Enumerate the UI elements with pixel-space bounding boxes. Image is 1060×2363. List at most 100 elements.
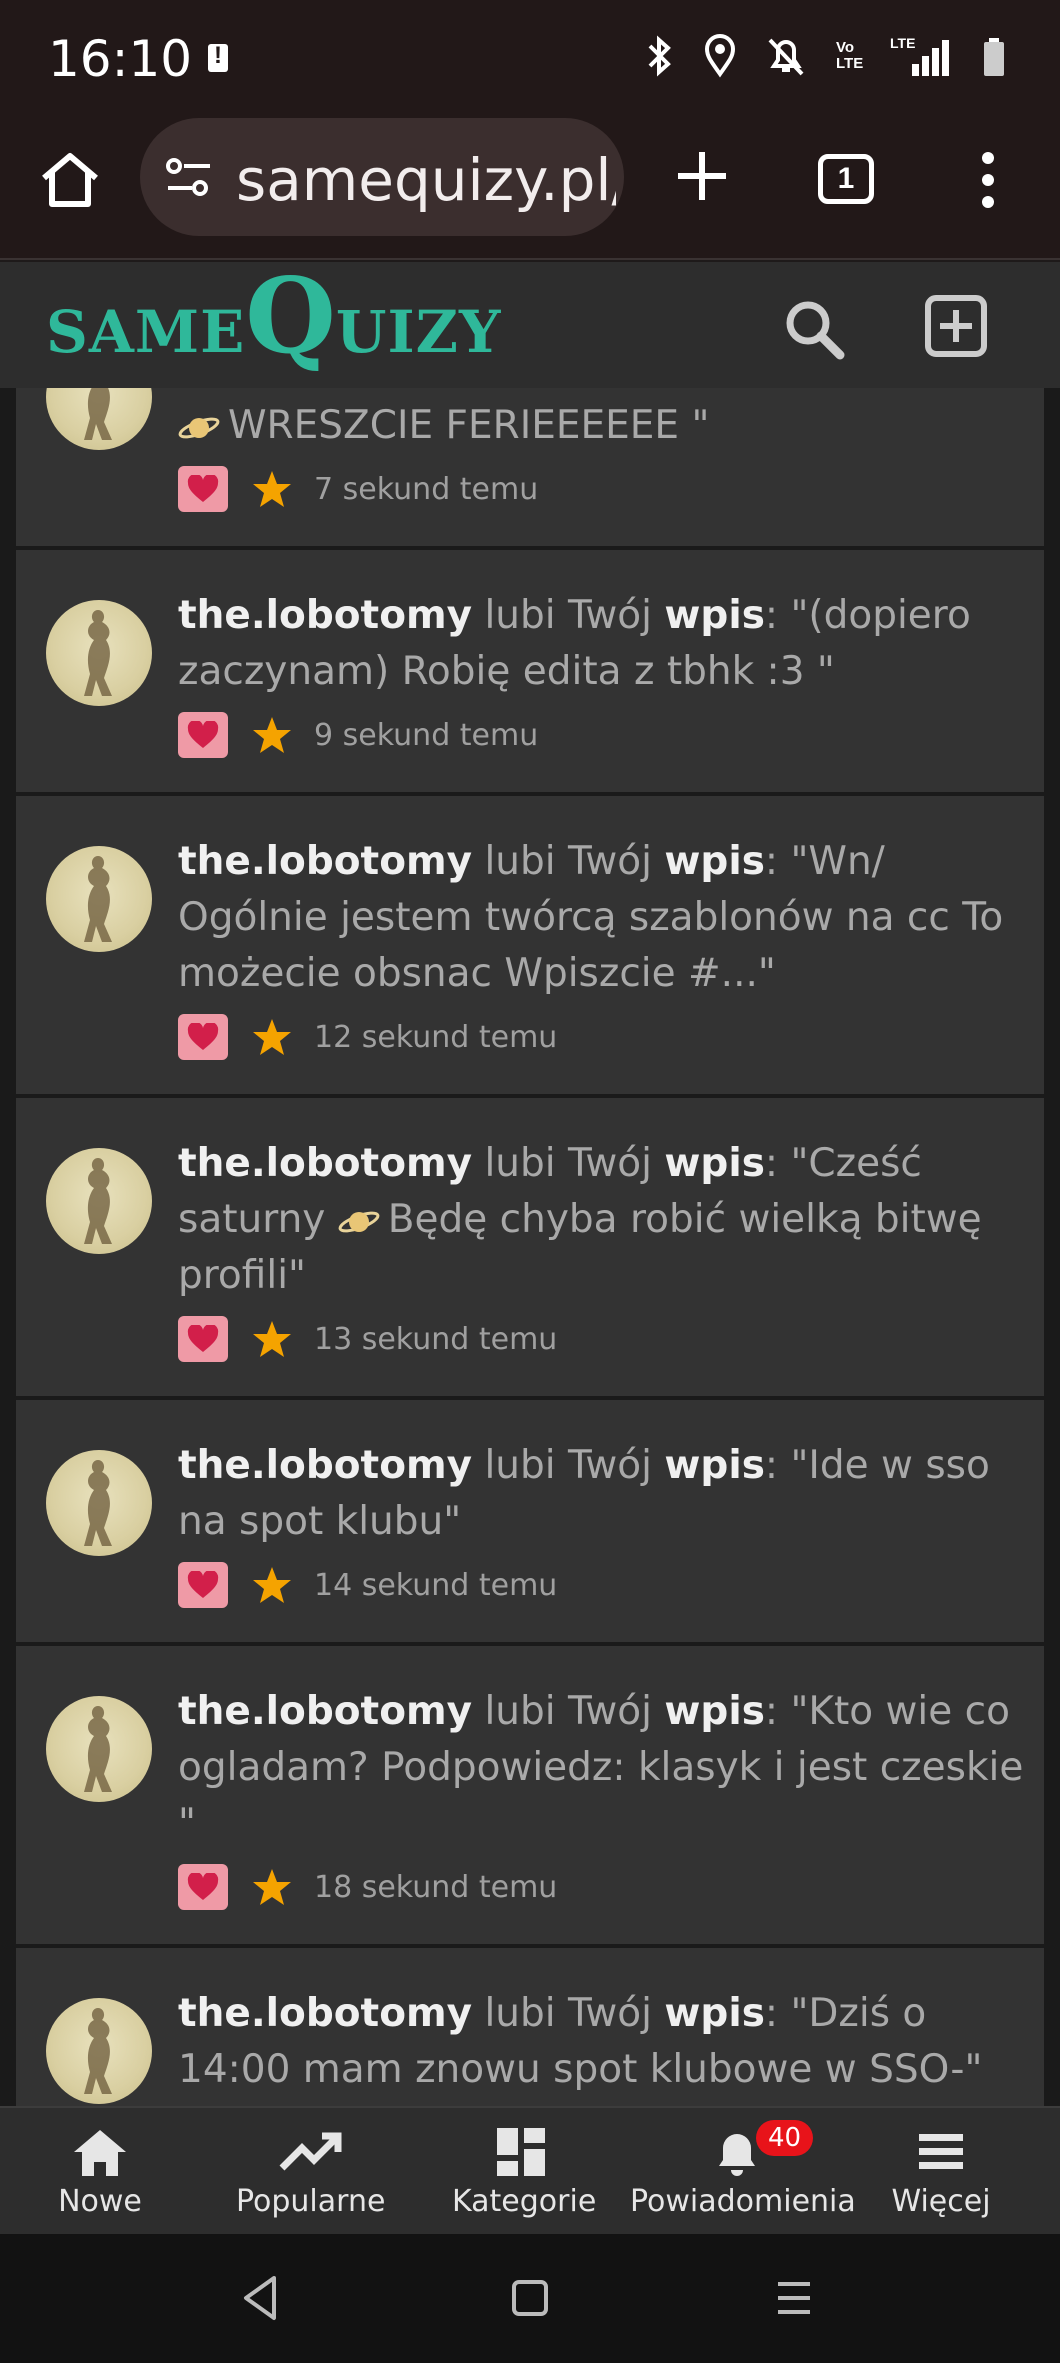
notification-item[interactable]: the.lobotomy lubi Twój wpis: "(dopiero z…: [16, 550, 1044, 796]
feed-list: WRESZCIE FERIEEEEEE " 7 sekund temu the.…: [16, 388, 1044, 2106]
like-badge: [178, 1864, 228, 1910]
home-icon: [74, 2130, 126, 2176]
nav-item-powiadomienia[interactable]: 40 Powiadomienia: [630, 2120, 856, 2219]
nav-label: Popularne: [236, 2184, 386, 2219]
notification-meta: 18 sekund temu: [178, 1864, 1024, 1910]
notification-meta: 14 sekund temu: [178, 1562, 1024, 1608]
username-link[interactable]: the.lobotomy: [178, 1991, 472, 2036]
notification-item[interactable]: the.lobotomy lubi Twój wpis: "Wn/ Ogólni…: [16, 796, 1044, 1098]
back-icon[interactable]: [240, 2274, 280, 2322]
heart-icon: [187, 721, 219, 748]
notification-item[interactable]: the.lobotomy lubi Twój wpis: "Dziś o 14:…: [16, 1948, 1044, 2106]
username-link[interactable]: the.lobotomy: [178, 593, 472, 638]
notification-time: 12 sekund temu: [314, 1019, 558, 1055]
add-quiz-icon[interactable]: [924, 294, 988, 358]
logo-q: Q: [245, 254, 336, 377]
address-bar[interactable]: samequizy.pl/: [140, 118, 624, 236]
mute-icon: [768, 38, 804, 76]
nav-label: Powiadomienia: [630, 2184, 856, 2219]
avatar-figure-icon: [84, 388, 112, 440]
notification-item[interactable]: WRESZCIE FERIEEEEEE " 7 sekund temu: [16, 388, 1044, 550]
volte-icon: Vo LTE: [836, 39, 864, 72]
notification-meta: 13 sekund temu: [178, 1316, 1024, 1362]
notification-item[interactable]: the.lobotomy lubi Twój wpis: "Kto wie co…: [16, 1646, 1044, 1948]
username-link[interactable]: the.lobotomy: [178, 1689, 472, 1734]
nav-item-kategorie[interactable]: Kategorie: [452, 2126, 596, 2219]
avatar[interactable]: [46, 1148, 152, 1254]
logo-same: SAME: [46, 298, 246, 366]
post-link[interactable]: wpis: [664, 1689, 765, 1734]
notification-action: lubi Twój: [484, 839, 652, 884]
bluetooth-icon: [648, 35, 671, 77]
heart-icon: [187, 1023, 219, 1050]
location-icon: [704, 34, 736, 78]
notification-time: 7 sekund temu: [314, 471, 539, 507]
avatar[interactable]: [46, 388, 152, 450]
site-settings-icon[interactable]: [164, 156, 214, 200]
notification-text: the.lobotomy lubi Twój wpis: "Kto wie co…: [178, 1684, 1024, 1852]
post-link[interactable]: wpis: [664, 1991, 765, 2036]
avatar[interactable]: [46, 600, 152, 706]
like-badge: [178, 1316, 228, 1362]
username-link[interactable]: the.lobotomy: [178, 1443, 472, 1488]
new-tab-icon[interactable]: [670, 144, 734, 208]
planet-emoji-icon: [338, 1211, 380, 1232]
avatar-figure-icon: [84, 856, 112, 942]
more-vert-icon[interactable]: [978, 148, 998, 212]
heart-icon: [187, 1571, 219, 1598]
notification-item[interactable]: the.lobotomy lubi Twój wpis: "Cześć satu…: [16, 1098, 1044, 1400]
avatar[interactable]: [46, 1696, 152, 1802]
notification-count-badge: 40: [756, 2120, 814, 2156]
avatar[interactable]: [46, 1998, 152, 2104]
notification-action: lubi Twój: [484, 1991, 652, 2036]
avatar-figure-icon: [84, 2008, 112, 2094]
username-link[interactable]: the.lobotomy: [178, 1141, 472, 1186]
star-icon: [253, 1019, 291, 1055]
notification-item[interactable]: the.lobotomy lubi Twój wpis: "Ide w sso …: [16, 1400, 1044, 1646]
notification-quote: WRESZCIE FERIEEEEEE ": [228, 403, 710, 448]
avatar[interactable]: [46, 1450, 152, 1556]
notification-time: 9 sekund temu: [314, 717, 539, 753]
menu-icon: [919, 2134, 963, 2169]
status-bar: 16:10 Vo LTE LTE: [0, 0, 1060, 118]
avatar[interactable]: [46, 846, 152, 952]
post-link[interactable]: wpis: [664, 839, 765, 884]
site-header: SAMEQUIZY: [0, 262, 1060, 388]
avatar-figure-icon: [84, 1460, 112, 1546]
like-badge: [178, 1014, 228, 1060]
samequizy-logo[interactable]: SAMEQUIZY: [46, 264, 501, 368]
notification-meta: 12 sekund temu: [178, 1014, 1024, 1060]
nav-label: Więcej: [891, 2184, 991, 2219]
home-icon[interactable]: [38, 148, 102, 212]
post-link[interactable]: wpis: [664, 593, 765, 638]
home-square-icon[interactable]: [510, 2274, 550, 2322]
notification-text: the.lobotomy lubi Twój wpis: "Dziś o 14:…: [178, 1986, 1024, 2098]
star-icon: [253, 717, 291, 753]
star-icon: [253, 471, 291, 507]
battery-icon: [984, 38, 1004, 76]
nav-item-nowe[interactable]: Nowe: [40, 2126, 160, 2219]
status-icons: Vo LTE LTE: [646, 34, 1006, 78]
recents-icon[interactable]: [774, 2274, 814, 2322]
nav-item-wiecej[interactable]: Więcej: [886, 2126, 996, 2219]
star-icon: [253, 1567, 291, 1603]
nav-item-popularne[interactable]: Popularne: [236, 2126, 386, 2219]
browser-toolbar: samequizy.pl/ 1: [0, 118, 1060, 260]
heart-icon: [187, 1325, 219, 1352]
post-link[interactable]: wpis: [664, 1141, 765, 1186]
bell-icon: [719, 2134, 755, 2176]
heart-icon: [187, 1873, 219, 1900]
notification-action: lubi Twój: [484, 1689, 652, 1734]
star-icon: [253, 1321, 291, 1357]
post-link[interactable]: wpis: [664, 1443, 765, 1488]
notification-text: the.lobotomy lubi Twój wpis: "(dopiero z…: [178, 588, 1024, 700]
notifications-feed[interactable]: WRESZCIE FERIEEEEEE " 7 sekund temu the.…: [0, 388, 1060, 2106]
tab-switcher-button[interactable]: 1: [818, 154, 874, 204]
like-badge: [178, 712, 228, 758]
search-icon[interactable]: [782, 297, 846, 361]
username-link[interactable]: the.lobotomy: [178, 839, 472, 884]
nav-label: Kategorie: [452, 2184, 597, 2219]
notification-time: 14 sekund temu: [314, 1567, 558, 1603]
lte-signal-icon: LTE: [890, 35, 949, 76]
alert-icon: [208, 42, 228, 72]
